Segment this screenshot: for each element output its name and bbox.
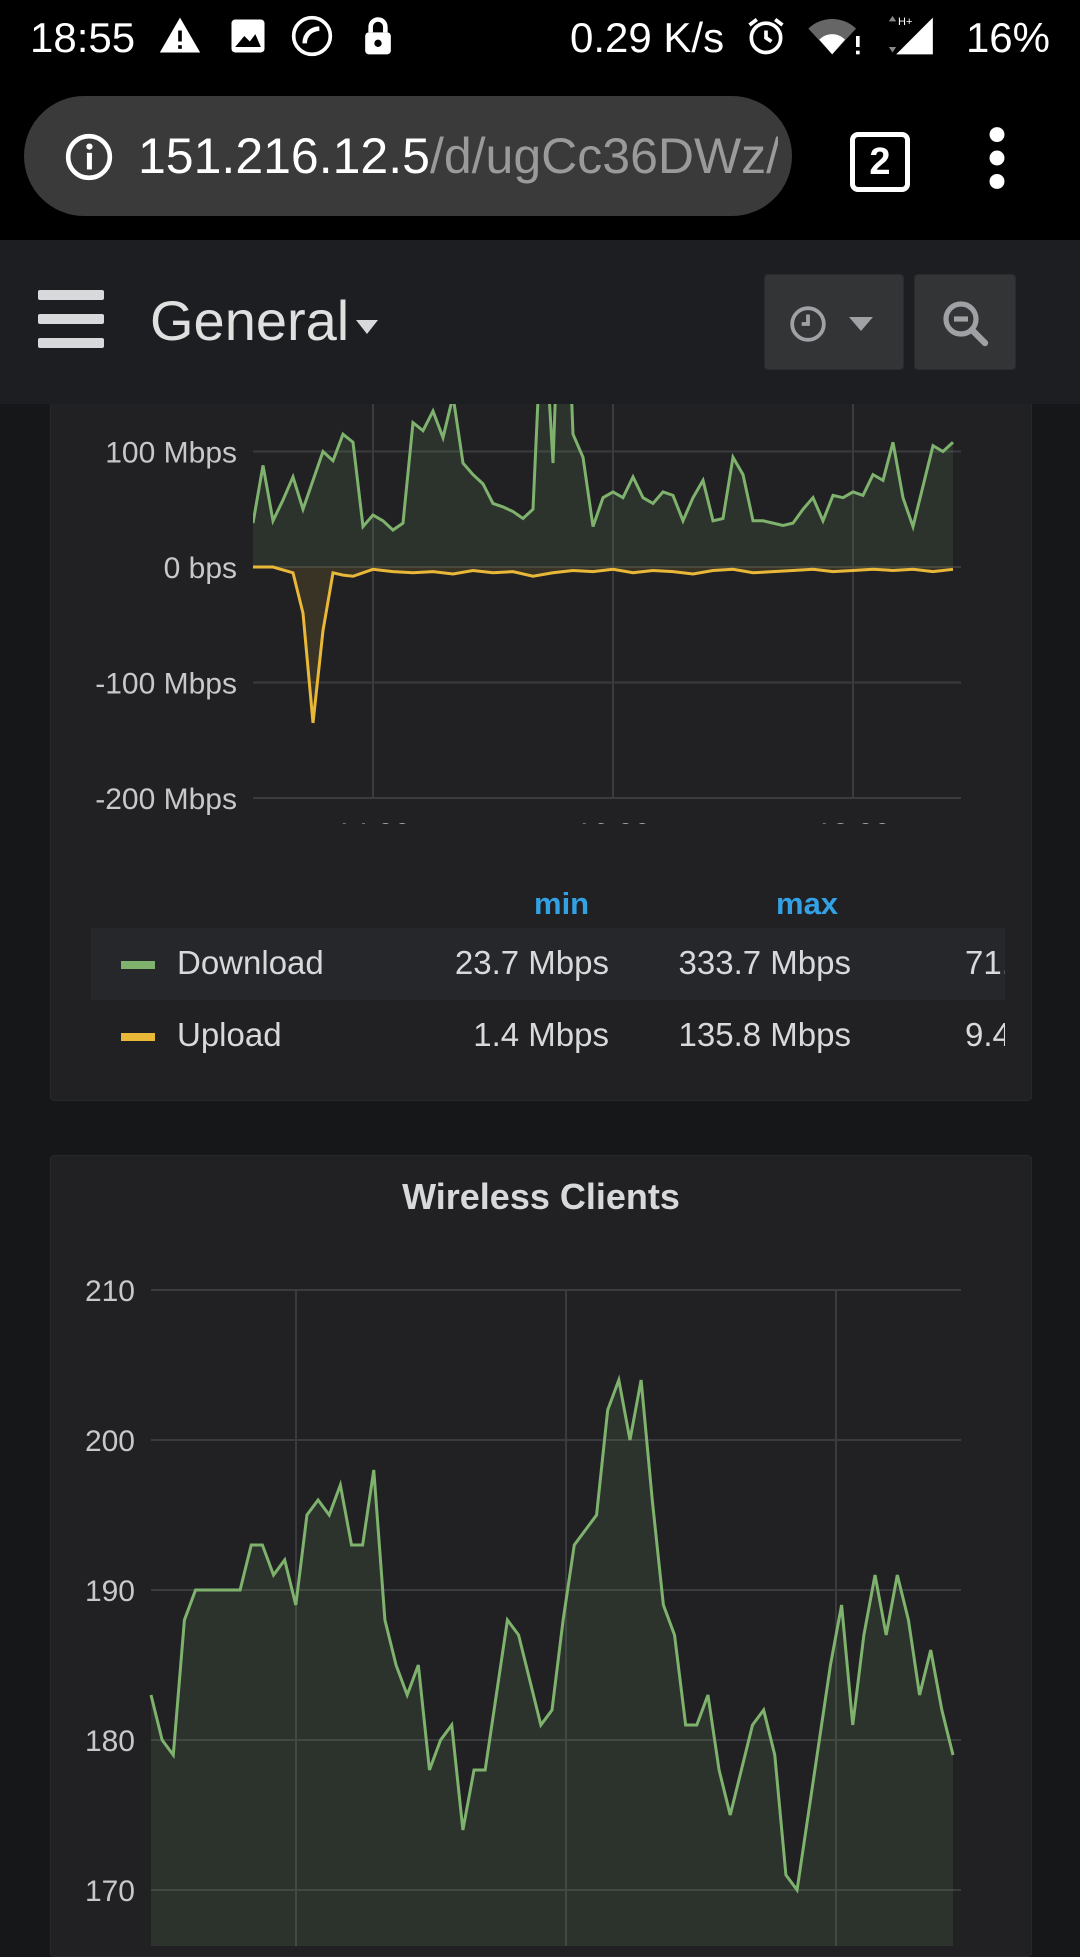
warning-icon (159, 17, 201, 53)
legend-row-download[interactable]: Download 23.7 Mbps 333.7 Mbps 71.9 Mbps (91, 928, 1005, 1000)
zoom-out-icon (943, 301, 989, 347)
wifi-icon (808, 19, 860, 55)
browser-toolbar: 151.216.12.5/d/ugCc36DWz/ 2 (0, 76, 1080, 240)
y-tick-label: -100 Mbps (95, 668, 237, 701)
series-area-clients (151, 1380, 953, 1946)
legend-series-name[interactable]: Upload (177, 1016, 282, 1054)
clock-icon (790, 306, 826, 342)
y-tick-label: -200 Mbps (95, 783, 237, 816)
alarm-icon (748, 18, 784, 55)
url-path: /d/ugCc36DWz/ (429, 128, 778, 184)
y-tick-label: 190 (85, 1575, 135, 1608)
wireless-clients-chart: 210 200 190 180 170 (85, 1275, 961, 1946)
x-tick-label: 18:00 (815, 818, 890, 824)
traffic-panel: 200 Mbps100 Mbps0 bps-100 Mbps-200 Mbps1… (50, 404, 1032, 1101)
legend-swatch-upload (121, 1033, 155, 1041)
traffic-chart: 200 Mbps100 Mbps0 bps-100 Mbps-200 Mbps1… (95, 404, 961, 824)
lock-icon (365, 17, 391, 55)
legend-swatch-download (121, 961, 155, 969)
x-tick-label: 14:00 (335, 818, 410, 824)
legend-min-value: 23.7 Mbps (454, 944, 609, 981)
tab-switcher-button[interactable]: 2 (850, 132, 910, 192)
image-icon (231, 19, 265, 53)
legend-min-value: 1.4 Mbps (473, 1016, 609, 1053)
series-area-upload (253, 567, 953, 723)
status-bar: 18:55 0.29 K/s H+ 16% (0, 0, 1080, 76)
net-speed: 0.29 K/s (570, 14, 725, 61)
status-time: 18:55 (30, 14, 136, 61)
legend-max-header[interactable]: max (776, 886, 838, 922)
battery-level: 16% (965, 14, 1050, 61)
url-text[interactable]: 151.216.12.5/d/ugCc36DWz/ (138, 124, 778, 188)
y-tick-label: 210 (85, 1275, 135, 1308)
caret-down-icon[interactable] (356, 320, 378, 334)
y-tick-label: 0 bps (164, 552, 237, 585)
legend-row-upload[interactable]: Upload 1.4 Mbps 135.8 Mbps 9.4 Mbps (91, 1000, 1005, 1072)
dashboard-navbar: General (0, 240, 1080, 404)
legend-max-value: 135.8 Mbps (678, 1016, 851, 1053)
legend-min-header[interactable]: min (534, 886, 589, 922)
y-tick-label: 170 (85, 1875, 135, 1908)
info-icon[interactable] (64, 132, 114, 182)
y-tick-label: 200 (85, 1425, 135, 1458)
url-host: 151.216.12.5 (138, 128, 430, 184)
y-tick-label: 180 (85, 1725, 135, 1758)
chevron-down-icon (849, 317, 873, 331)
legend-avg-value: 9.4 Mbps (965, 1016, 1005, 1053)
x-tick-label: 16:00 (575, 818, 650, 824)
call-icon (291, 15, 333, 57)
time-picker-button[interactable] (764, 274, 904, 370)
menu-hamburger-icon[interactable] (38, 290, 104, 348)
wireless-clients-panel: Wireless Clients 210 200 190 180 170 (50, 1155, 1032, 1957)
series-line-upload (253, 565, 954, 724)
legend-max-value: 333.7 Mbps (678, 944, 851, 981)
y-tick-label: 100 Mbps (105, 437, 237, 470)
legend-series-name[interactable]: Download (177, 944, 324, 982)
zoom-out-button[interactable] (914, 274, 1016, 370)
signal-icon: H+ (888, 15, 933, 55)
more-menu-icon[interactable] (982, 126, 1012, 190)
address-bar[interactable]: 151.216.12.5/d/ugCc36DWz/ (24, 96, 792, 216)
legend-avg-value: 71.9 Mbps (965, 944, 1005, 981)
svg-text:H+: H+ (898, 16, 912, 28)
dashboard-title[interactable]: General (150, 288, 349, 353)
